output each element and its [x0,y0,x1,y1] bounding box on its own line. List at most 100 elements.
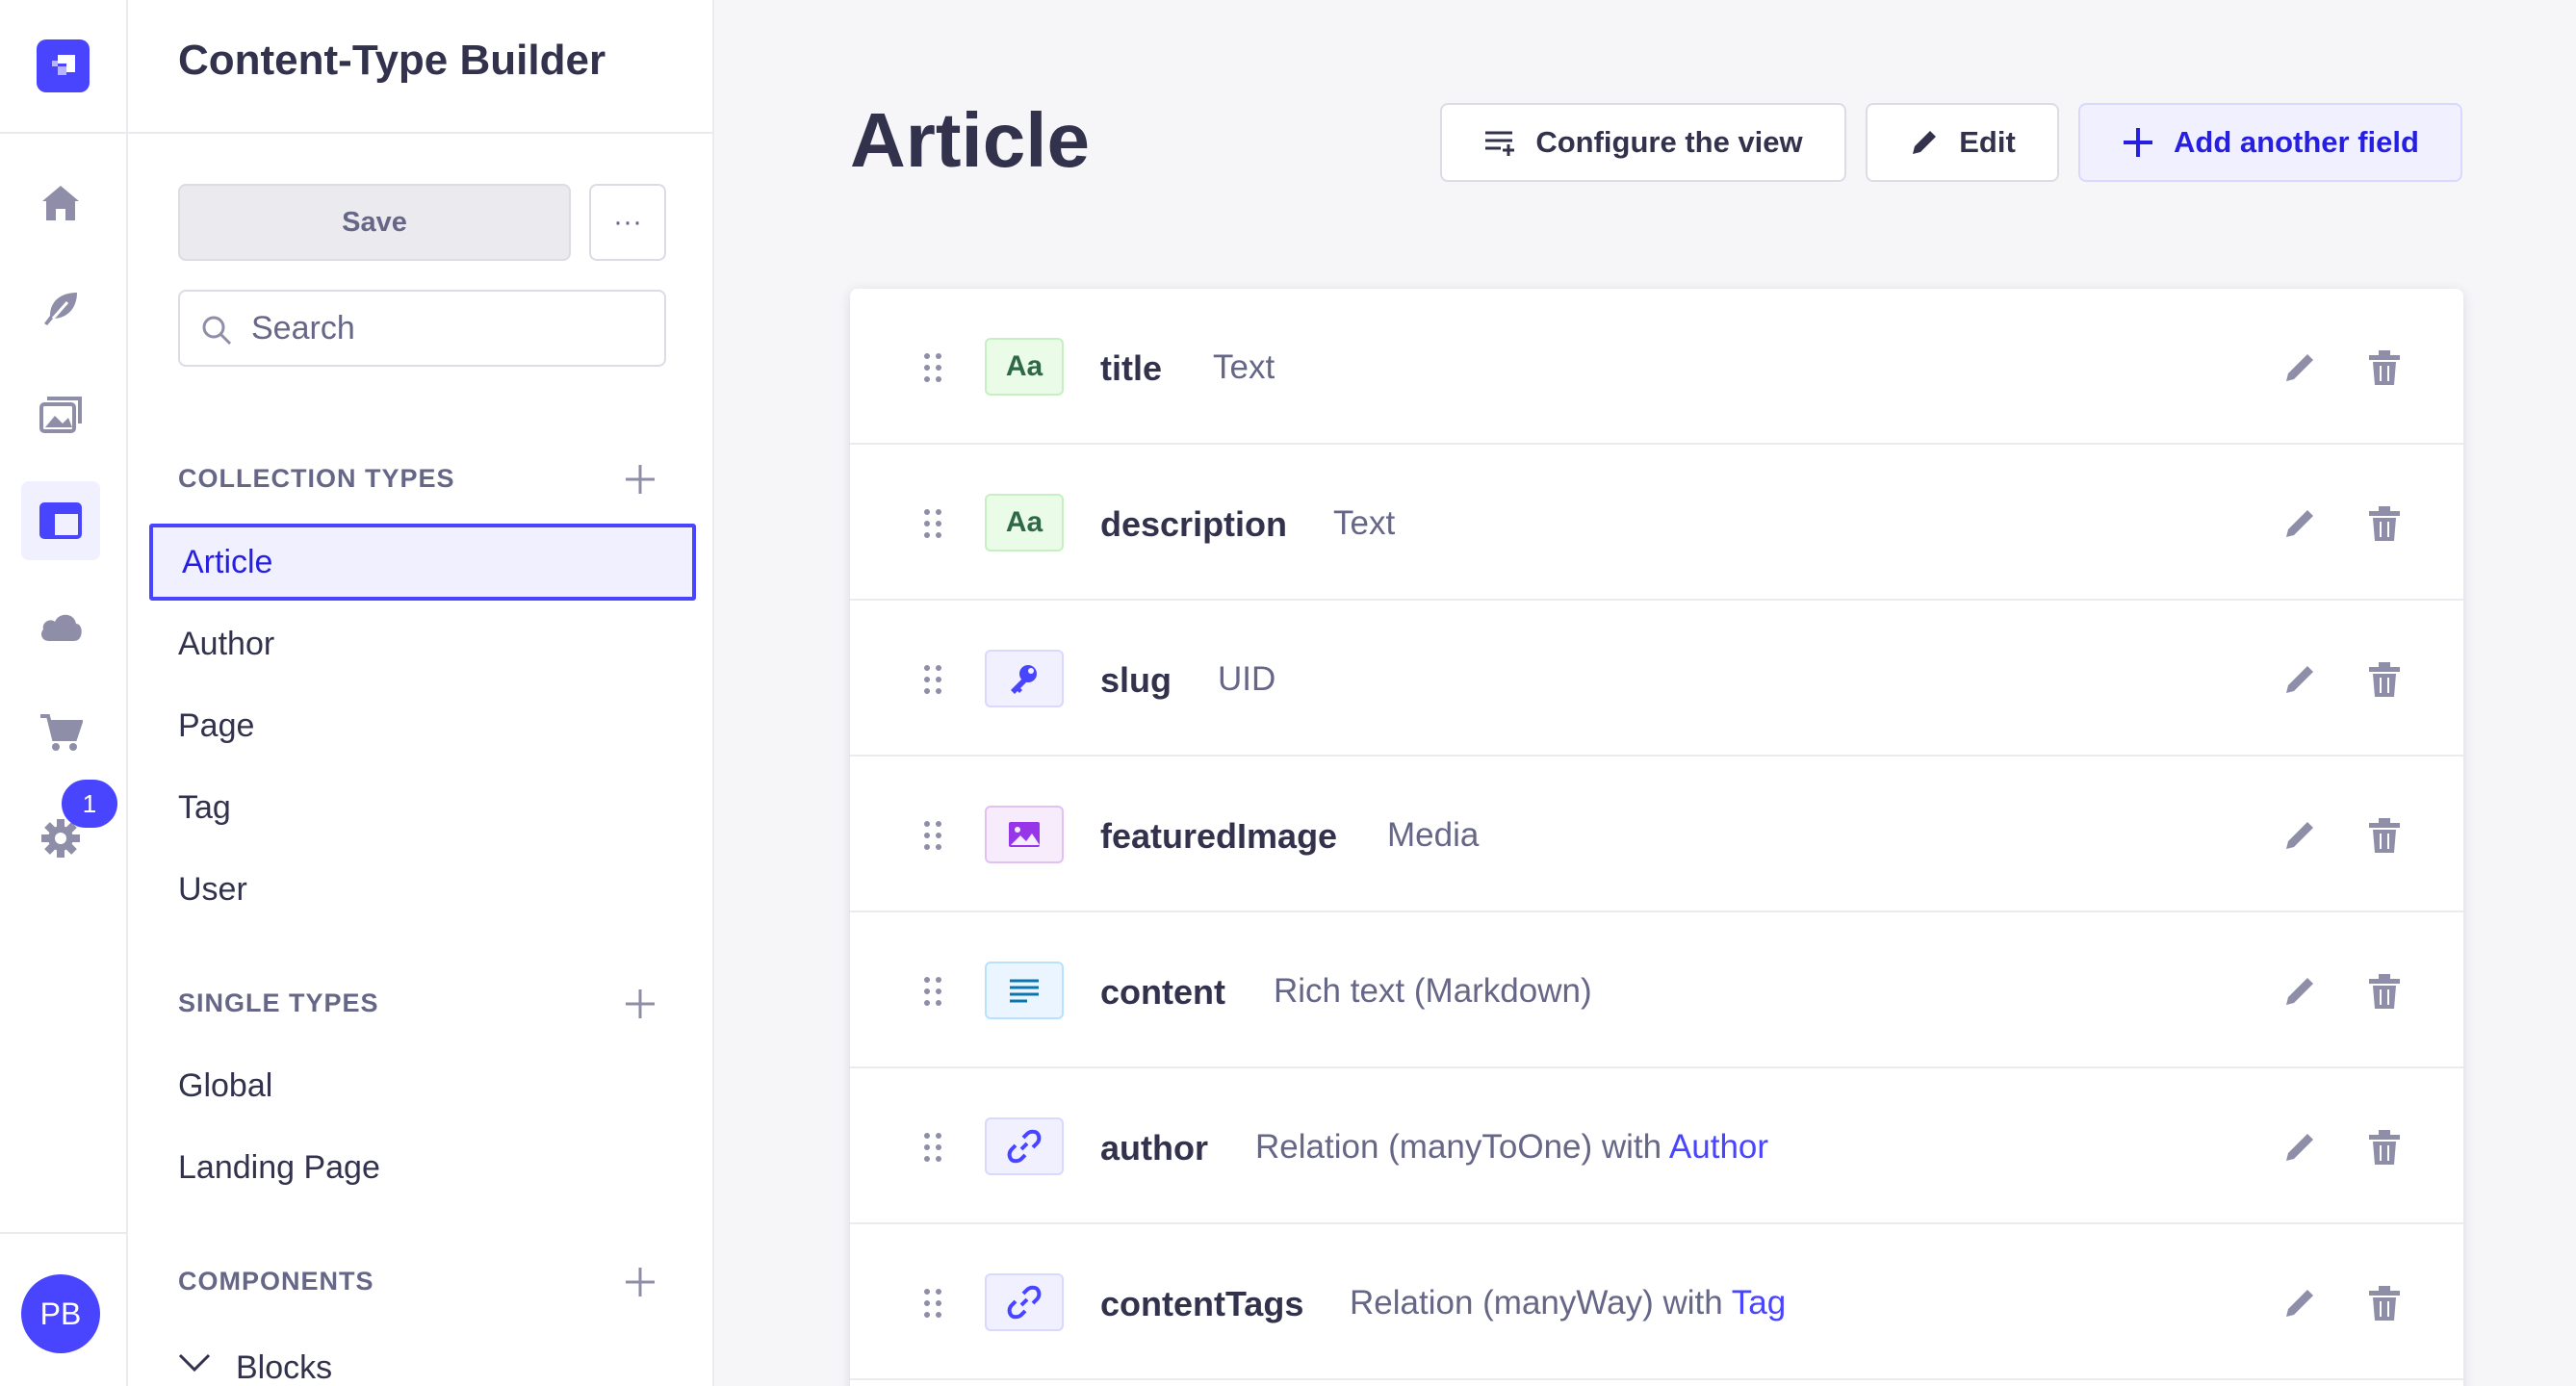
drag-handle-icon[interactable] [917,662,948,697]
trash-icon[interactable] [2365,1128,2404,1167]
field-type: Text [1213,348,1275,386]
drag-handle-icon[interactable] [917,350,948,385]
fields-list: Aa title Text Aa description Text slug U… [850,289,2463,1386]
avatar[interactable]: PB [21,1274,100,1353]
subnav-header: Content-Type Builder [128,0,712,134]
drag-handle-icon[interactable] [917,1130,948,1165]
text-icon: Aa [985,338,1064,396]
field-row[interactable]: Aa description Text [850,445,2463,601]
field-name: content [1100,972,1225,1012]
add-field-label: Add another field [2174,125,2419,159]
image-icon [985,806,1064,863]
drag-handle-icon[interactable] [917,1286,948,1321]
field-type: Rich text (Markdown) [1274,972,1592,1010]
plus-icon [626,1268,655,1296]
collection-type-article[interactable]: Article [149,524,696,601]
field-name: contentTags [1100,1284,1304,1323]
trash-icon[interactable] [2365,504,2404,543]
field-name: featuredImage [1100,816,1338,856]
pencil-icon[interactable] [2280,972,2319,1011]
edit-content-type-button[interactable]: Edit [1866,103,2059,182]
cart-icon[interactable] [21,693,100,772]
link-icon [985,1117,1064,1175]
plus-icon [626,465,655,494]
trash-icon[interactable] [2365,348,2404,387]
pencil-icon[interactable] [2280,1128,2319,1167]
edit-label: Edit [1959,125,2016,159]
component-category-blocks[interactable]: Blocks [236,1349,332,1386]
pencil-icon [1913,131,1937,154]
pencil-icon[interactable] [2280,504,2319,543]
field-type: UID [1218,660,1276,698]
single-type-landing-page[interactable]: Landing Page [178,1149,380,1187]
pencil-icon[interactable] [2280,348,2319,387]
add-component-button[interactable] [619,1261,661,1303]
single-type-global[interactable]: Global [178,1067,272,1105]
link-icon [985,1273,1064,1331]
relation-description: Relation (manyWay) with [1350,1284,1723,1322]
collection-type-author[interactable]: Author [178,626,274,663]
cloud-icon[interactable] [21,587,100,666]
field-type: Relation (manyToOne) with Author [1255,1128,1768,1167]
feather-icon[interactable] [21,270,100,348]
field-row[interactable]: Aa title Text [850,289,2463,445]
search-field[interactable] [178,290,666,367]
configure-view-button[interactable]: Configure the view [1440,103,1846,182]
subnav-title: Content-Type Builder [178,37,606,84]
main-nav-rail: 1 PB [0,0,128,1386]
field-name: author [1100,1128,1208,1168]
page-title: Article [850,97,1090,183]
field-row[interactable]: slug UID [850,601,2463,757]
content-type-builder-icon[interactable] [21,481,100,560]
pencil-icon[interactable] [2280,660,2319,699]
add-collection-type-button[interactable] [619,458,661,500]
drag-handle-icon[interactable] [917,974,948,1009]
drag-handle-icon[interactable] [917,506,948,541]
logo-icon [37,39,90,92]
field-type: Text [1333,504,1396,542]
field-row[interactable]: author Relation (manyToOne) with Author [850,1068,2463,1224]
collection-type-tag[interactable]: Tag [178,789,231,827]
collection-types-label: COLLECTION TYPES [178,464,455,493]
user-area: PB [0,1232,126,1386]
field-row[interactable]: featuredImage Media [850,757,2463,912]
trash-icon[interactable] [2365,660,2404,699]
search-input[interactable] [251,305,646,351]
chevron-down-icon[interactable] [178,1353,211,1373]
media-icon[interactable] [21,375,100,454]
relation-target-link[interactable]: Tag [1732,1284,1786,1322]
pencil-icon[interactable] [2280,816,2319,855]
add-single-type-button[interactable] [619,983,661,1025]
field-name: title [1100,348,1163,388]
save-button[interactable]: Save [178,184,571,261]
drag-handle-icon[interactable] [917,818,948,853]
trash-icon[interactable] [2365,972,2404,1011]
single-types-label: SINGLE TYPES [178,988,379,1017]
paragraph-icon [985,962,1064,1019]
plus-icon [2124,128,2153,157]
text-icon: Aa [985,494,1064,552]
search-icon [202,316,232,346]
notification-badge: 1 [62,780,117,828]
configure-view-label: Configure the view [1535,125,1803,159]
collection-type-page[interactable]: Page [178,707,254,745]
collection-type-user[interactable]: User [178,871,247,909]
field-name: description [1100,504,1288,544]
pencil-icon[interactable] [2280,1284,2319,1322]
app-logo[interactable] [0,0,126,134]
field-row[interactable]: content Rich text (Markdown) [850,912,2463,1068]
trash-icon[interactable] [2365,1284,2404,1322]
content-type-builder-subnav: Content-Type Builder Save ··· COLLECTION… [128,0,714,1386]
add-another-field-button[interactable]: Add another field [2078,103,2462,182]
trash-icon[interactable] [2365,816,2404,855]
field-row[interactable]: contentTags Relation (manyWay) with Tag [850,1224,2463,1380]
relation-description: Relation (manyToOne) with [1255,1128,1662,1166]
field-type: Relation (manyWay) with Tag [1350,1284,1786,1322]
relation-target-link[interactable]: Author [1669,1128,1768,1166]
home-icon[interactable] [21,164,100,243]
list-settings-icon [1485,131,1515,156]
more-actions-button[interactable]: ··· [589,184,666,261]
field-name: slug [1100,660,1172,700]
key-icon [985,650,1064,707]
components-label: COMPONENTS [178,1267,374,1296]
